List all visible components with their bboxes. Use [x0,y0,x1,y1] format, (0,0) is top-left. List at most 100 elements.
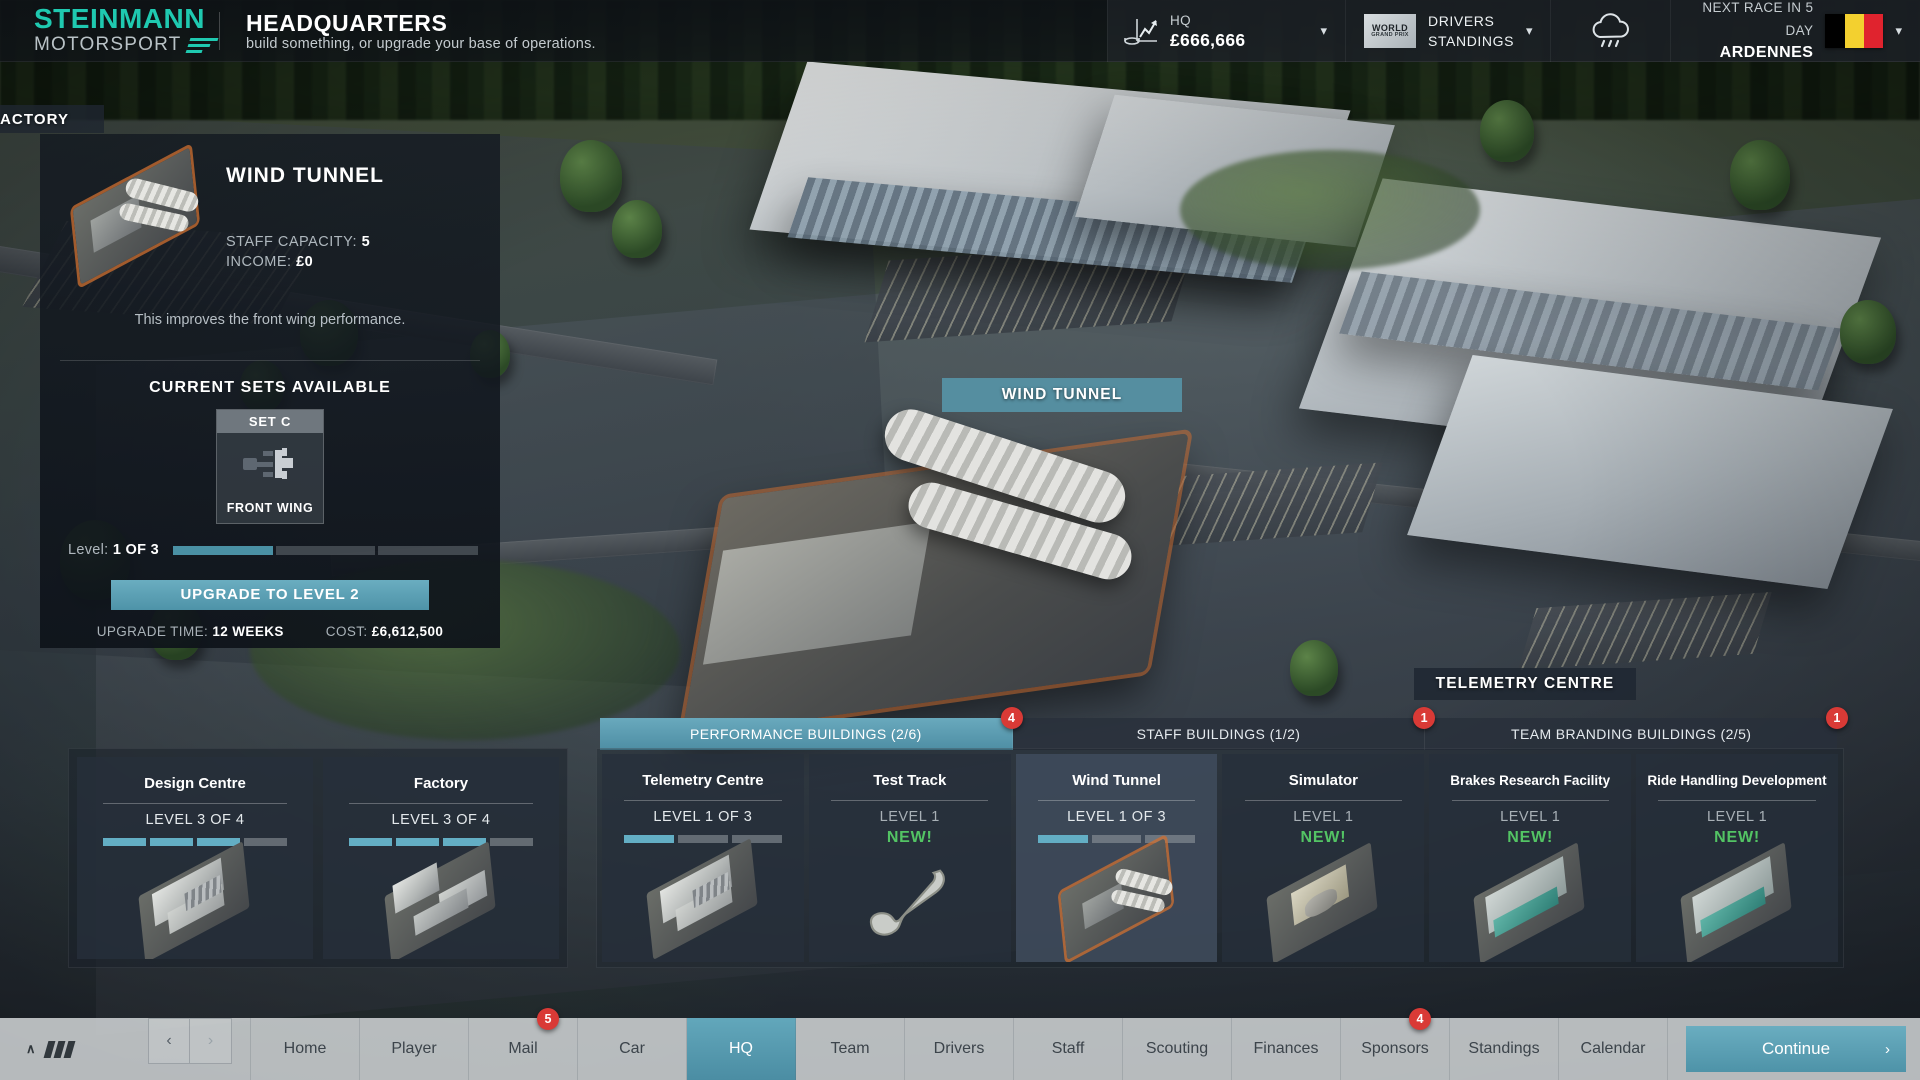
scene-label-wind-tunnel[interactable]: WIND TUNNEL [942,378,1182,412]
set-card-header: SET C [217,410,323,433]
wind-tunnel-icon [1016,838,1218,960]
building-card-factory[interactable]: Factory LEVEL 3 OF 4 [323,757,559,959]
nav-item-badge: 4 [1409,1008,1431,1030]
nav-item-scouting[interactable]: Scouting [1123,1018,1232,1080]
team-logo-name: STEINMANN [34,3,205,35]
nav-prev-button[interactable]: ‹ [148,1018,190,1064]
building-card-brakes-research-facility[interactable]: Brakes Research Facility LEVEL 1 NEW! [1429,754,1632,962]
building-card-new-badge: NEW! [1300,829,1347,846]
building-card-name: Telemetry Centre [642,771,764,789]
upgrade-button[interactable]: UPGRADE TO LEVEL 2 [111,580,429,610]
building-card-progress-segment [348,838,392,846]
nav-item-sponsors[interactable]: Sponsors 4 [1341,1008,1450,1080]
income-label: INCOME: [226,254,292,270]
chevron-down-icon[interactable]: ▾ [1895,23,1902,39]
hud-money-text: HQ £666,666 [1170,12,1245,51]
upgrade-time: UPGRADE TIME: 12 WEEKS [96,624,284,639]
building-card-divider [102,803,288,804]
nav-item-car[interactable]: Car [578,1018,687,1080]
hud-money-cell[interactable]: HQ £666,666 ▾ [1107,0,1345,62]
info-panel-divider [60,360,480,361]
building-card-ride-handling-development[interactable]: Ride Handling Development LEVEL 1 NEW! [1636,754,1838,962]
top-bar: STEINMANN MOTORSPORT HEADQUARTERS build … [0,0,1920,62]
set-card-footer: FRONT WING [226,501,314,515]
nav-item-standings[interactable]: Standings [1450,1018,1559,1080]
building-card-progress [348,838,534,846]
scene-tree [560,140,622,212]
nav-item-label: Mail [508,1040,538,1057]
scene-label-factory[interactable]: ACTORY [0,105,104,133]
tab-performance-buildings-2-6[interactable]: PERFORMANCE BUILDINGS (2/6) 4 [600,707,1023,750]
building-card-design-centre[interactable]: Design Centre LEVEL 3 OF 4 [77,757,313,959]
nav-item-player[interactable]: Player [360,1018,469,1080]
building-card-progress [1037,835,1196,843]
nav-item-hq[interactable]: HQ [687,1018,796,1080]
nav-item-label: Standings [1468,1040,1540,1057]
nav-item-label: Car [619,1040,645,1057]
finance-chart-icon [1124,14,1158,48]
building-card-progress-segment [678,835,728,843]
staff-capacity-stat: STAFF CAPACITY: 5 [226,234,482,250]
hud-race-countdown: NEXT RACE IN 5 DAY [1702,0,1814,38]
tab-label: PERFORMANCE BUILDINGS (2/6) [689,726,922,742]
scene-label-telemetry-centre-text: TELEMETRY CENTRE [1435,675,1615,692]
building-info-panel: WIND TUNNEL STAFF CAPACITY: 5 INCOME: £0… [40,134,500,648]
building-card-level: LEVEL 1 [879,809,940,825]
building-card-progress-segment [244,838,288,846]
nav-item-label: Player [391,1040,437,1057]
hud-next-race-cell[interactable]: NEXT RACE IN 5 DAY ARDENNES ▾ [1670,0,1920,62]
belgium-flag-icon [1825,14,1884,48]
scene-tree [1840,300,1896,364]
team-logo[interactable]: STEINMANN MOTORSPORT [0,3,219,57]
tab-staff-buildings-1-2[interactable]: STAFF BUILDINGS (1/2) 1 [1012,707,1436,750]
nav-item-staff[interactable]: Staff [1014,1018,1123,1080]
building-card-new-badge: NEW! [1714,829,1760,846]
nav-item-mail[interactable]: Mail 5 [469,1008,578,1080]
tab-team-branding-buildings-2-5[interactable]: TEAM BRANDING BUILDINGS (2/5) 1 [1425,707,1849,750]
nav-item-finances[interactable]: Finances [1232,1018,1341,1080]
nav-item-badge: 5 [537,1008,559,1030]
nav-item-team[interactable]: Team [796,1018,905,1080]
factory-icon [323,841,559,959]
hud-standings-text: DRIVERS STANDINGS [1428,11,1514,52]
building-card-divider [348,803,534,804]
nav-item-label: Calendar [1580,1040,1646,1057]
nav-item-label: Drivers [933,1040,985,1057]
hud-weather-cell[interactable] [1550,0,1670,62]
building-card-divider [1244,800,1403,801]
tab-notification-badge: 1 [1826,707,1849,729]
nav-item-label: Team [830,1040,870,1057]
nav-item-label: Staff [1051,1040,1085,1057]
team-logo-subname: MOTORSPORT [34,33,219,57]
hud-standings-cell[interactable]: WORLD GRAND PRIX DRIVERS STANDINGS ▾ [1345,0,1550,62]
motorsport-manager-logo [43,1040,75,1058]
chevron-down-icon[interactable]: ▾ [1526,23,1533,39]
hud-money-label: HQ [1170,12,1192,28]
building-card-level: LEVEL 1 [1706,809,1768,825]
chevron-down-icon[interactable]: ▾ [1320,23,1327,39]
building-card-name: Ride Handling Development [1647,773,1827,789]
building-card-telemetry-centre[interactable]: Telemetry Centre LEVEL 1 OF 3 [602,754,804,962]
building-card-new-badge: NEW! [886,829,933,846]
building-card-simulator[interactable]: Simulator LEVEL 1 NEW! [1222,754,1425,962]
chevron-right-icon: › [1885,1040,1890,1058]
scene-label-telemetry-centre[interactable]: TELEMETRY CENTRE [1414,668,1636,700]
level-progress-bar [172,545,478,555]
bottom-nav-brand[interactable]: ∧ [0,1018,148,1080]
building-card-test-track[interactable]: Test Track LEVEL 1 NEW! [808,754,1011,962]
staff-capacity-label: STAFF CAPACITY: [226,234,358,250]
building-card-wind-tunnel[interactable]: Wind Tunnel LEVEL 1 OF 3 [1015,754,1218,962]
nav-item-home[interactable]: Home [250,1018,360,1080]
upgrade-meta: UPGRADE TIME: 12 WEEKS COST: £6,612,500 [40,624,500,639]
nav-item-label: Scouting [1145,1040,1209,1057]
continue-button[interactable]: Continue › [1686,1026,1906,1072]
building-card-progress-segment [1091,835,1142,843]
building-card-progress-segment [149,838,193,846]
nav-item-drivers[interactable]: Drivers [905,1018,1014,1080]
collapse-caret-icon[interactable]: ∧ [26,1041,36,1057]
scene-tree [612,200,662,258]
front-wing-icon [217,433,323,495]
set-card[interactable]: SET C FRONT WING [216,409,324,524]
nav-item-calendar[interactable]: Calendar [1559,1018,1668,1080]
nav-next-button[interactable]: › [190,1018,232,1064]
